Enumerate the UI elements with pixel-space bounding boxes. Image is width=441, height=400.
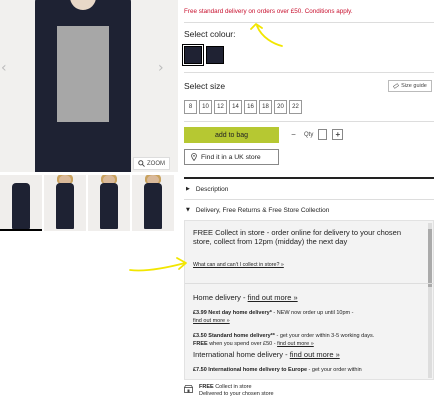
qty-increase-button[interactable]: + [332, 129, 344, 140]
accordion-description[interactable]: ▶ Description [184, 179, 434, 199]
thumb-dress [100, 183, 118, 229]
size-guide-button[interactable]: Size guide [388, 80, 432, 92]
collect-in-store-footer: FREE Collect in store Delivered to your … [184, 384, 274, 398]
accordion-delivery[interactable]: ▼ Delivery, Free Returns & Free Store Co… [184, 200, 434, 220]
accordion-delivery-label: Delivery, Free Returns & Free Store Coll… [195, 206, 330, 214]
store-icon [184, 385, 193, 393]
size-option[interactable]: 10 [199, 100, 212, 114]
colour-swatch-black[interactable] [206, 46, 224, 64]
colour-label: Select colour: [184, 29, 236, 39]
international-delivery-heading: International home delivery - find out m… [193, 350, 421, 359]
size-option[interactable]: 20 [274, 100, 287, 114]
find-in-store-button[interactable]: Find it in a UK store [184, 149, 279, 165]
quantity-stepper: − Qty 1 + [288, 129, 344, 140]
qty-decrease-button[interactable]: − [288, 129, 299, 140]
delivery-promo: Free standard delivery on orders over £5… [184, 8, 353, 15]
home-delivery-heading: Home delivery - find out more » [193, 293, 421, 302]
standard-delivery-info: £3.50 Standard home delivery** - get you… [193, 333, 423, 348]
next-image-arrow-icon[interactable]: › [158, 60, 164, 76]
thumb-dress [56, 183, 74, 229]
intl-title: International home delivery - [193, 350, 290, 359]
size-option[interactable]: 14 [229, 100, 242, 114]
collect-footer-free: FREE [199, 384, 214, 390]
standard-text: - get your order within 3-5 working days… [274, 333, 375, 339]
collect-footer-text-block: FREE Collect in store Delivered to your … [199, 384, 274, 398]
ruler-icon [393, 83, 400, 89]
thumbnail-1[interactable] [0, 175, 42, 231]
delivery-panel: FREE Collect in store - order online for… [184, 220, 434, 380]
thumbnail-strip [0, 175, 178, 231]
colour-swatch-navy[interactable] [182, 44, 204, 66]
add-to-bag-button[interactable]: add to bag [184, 127, 279, 143]
collect-footer-line2: Delivered to your chosen store [199, 391, 274, 397]
size-guide-label: Size guide [401, 83, 427, 89]
thumb-dress [144, 183, 162, 229]
collect-footer-text: Collect in store [213, 384, 252, 390]
size-label: Select size [184, 81, 226, 91]
thumb-dress [12, 183, 30, 229]
size-option[interactable]: 16 [244, 100, 257, 114]
triangle-right-icon: ▶ [186, 186, 190, 192]
thumbnail-3[interactable] [88, 175, 130, 231]
panel-divider [185, 283, 433, 284]
europe-price: £7.50 International home delivery to Eur… [193, 367, 308, 373]
size-option[interactable]: 12 [214, 100, 227, 114]
divider [184, 72, 434, 73]
qty-label: Qty [304, 131, 314, 138]
size-options: 8 10 12 14 16 18 20 22 [184, 100, 302, 114]
standard-free: FREE [193, 340, 208, 347]
triangle-down-icon: ▼ [186, 207, 190, 213]
colour-swatches [182, 44, 224, 66]
divider [184, 121, 434, 122]
home-delivery-link[interactable]: find out more » [248, 293, 298, 302]
scrollbar-thumb[interactable] [428, 229, 432, 287]
europe-text: - get your order within [307, 367, 362, 373]
next-day-delivery-info: £3.99 Next day home delivery* - NEW now … [193, 310, 423, 325]
divider [184, 22, 434, 23]
prev-image-arrow-icon[interactable]: ‹ [1, 60, 7, 76]
size-option[interactable]: 8 [184, 100, 197, 114]
standard-text-2: when you spend over £50 - [207, 340, 278, 347]
standard-price: £3.50 Standard home delivery** [193, 333, 275, 339]
location-pin-icon [191, 153, 197, 161]
thumbnail-4[interactable] [132, 175, 174, 231]
intl-link[interactable]: find out more » [290, 350, 340, 359]
magnifier-icon [138, 160, 145, 167]
accordion-description-label: Description [195, 185, 229, 193]
standard-free-text: FREE when you spend over £50 - [193, 341, 277, 347]
europe-delivery-info: £7.50 International home delivery to Eur… [193, 367, 423, 375]
collect-heading: FREE Collect in store - order online for… [193, 228, 402, 246]
size-option[interactable]: 18 [259, 100, 272, 114]
dress-grey-panel [57, 26, 109, 122]
next-day-link[interactable]: find out more » [193, 318, 230, 324]
next-day-price: £3.99 Next day home delivery* [193, 310, 272, 316]
home-delivery-title: Home delivery - [193, 293, 248, 302]
zoom-label: ZOOM [147, 160, 165, 167]
next-day-text: - NEW now order up until 10pm - [271, 310, 354, 316]
collect-footer-line1: FREE Collect in store [199, 384, 274, 391]
zoom-button[interactable]: ZOOM [133, 157, 170, 170]
qty-input[interactable]: 1 [318, 129, 328, 140]
find-in-store-label: Find it in a UK store [201, 153, 261, 161]
standard-link[interactable]: find out more » [277, 341, 314, 347]
thumbnail-2[interactable] [44, 175, 86, 231]
size-option[interactable]: 22 [289, 100, 302, 114]
panel-scrollbar[interactable] [428, 223, 432, 378]
product-details: Free standard delivery on orders over £5… [178, 0, 441, 400]
collect-faq-link[interactable]: What can and can't I collect in store? » [193, 262, 284, 268]
main-product-image[interactable]: ‹ › ZOOM [0, 0, 178, 172]
